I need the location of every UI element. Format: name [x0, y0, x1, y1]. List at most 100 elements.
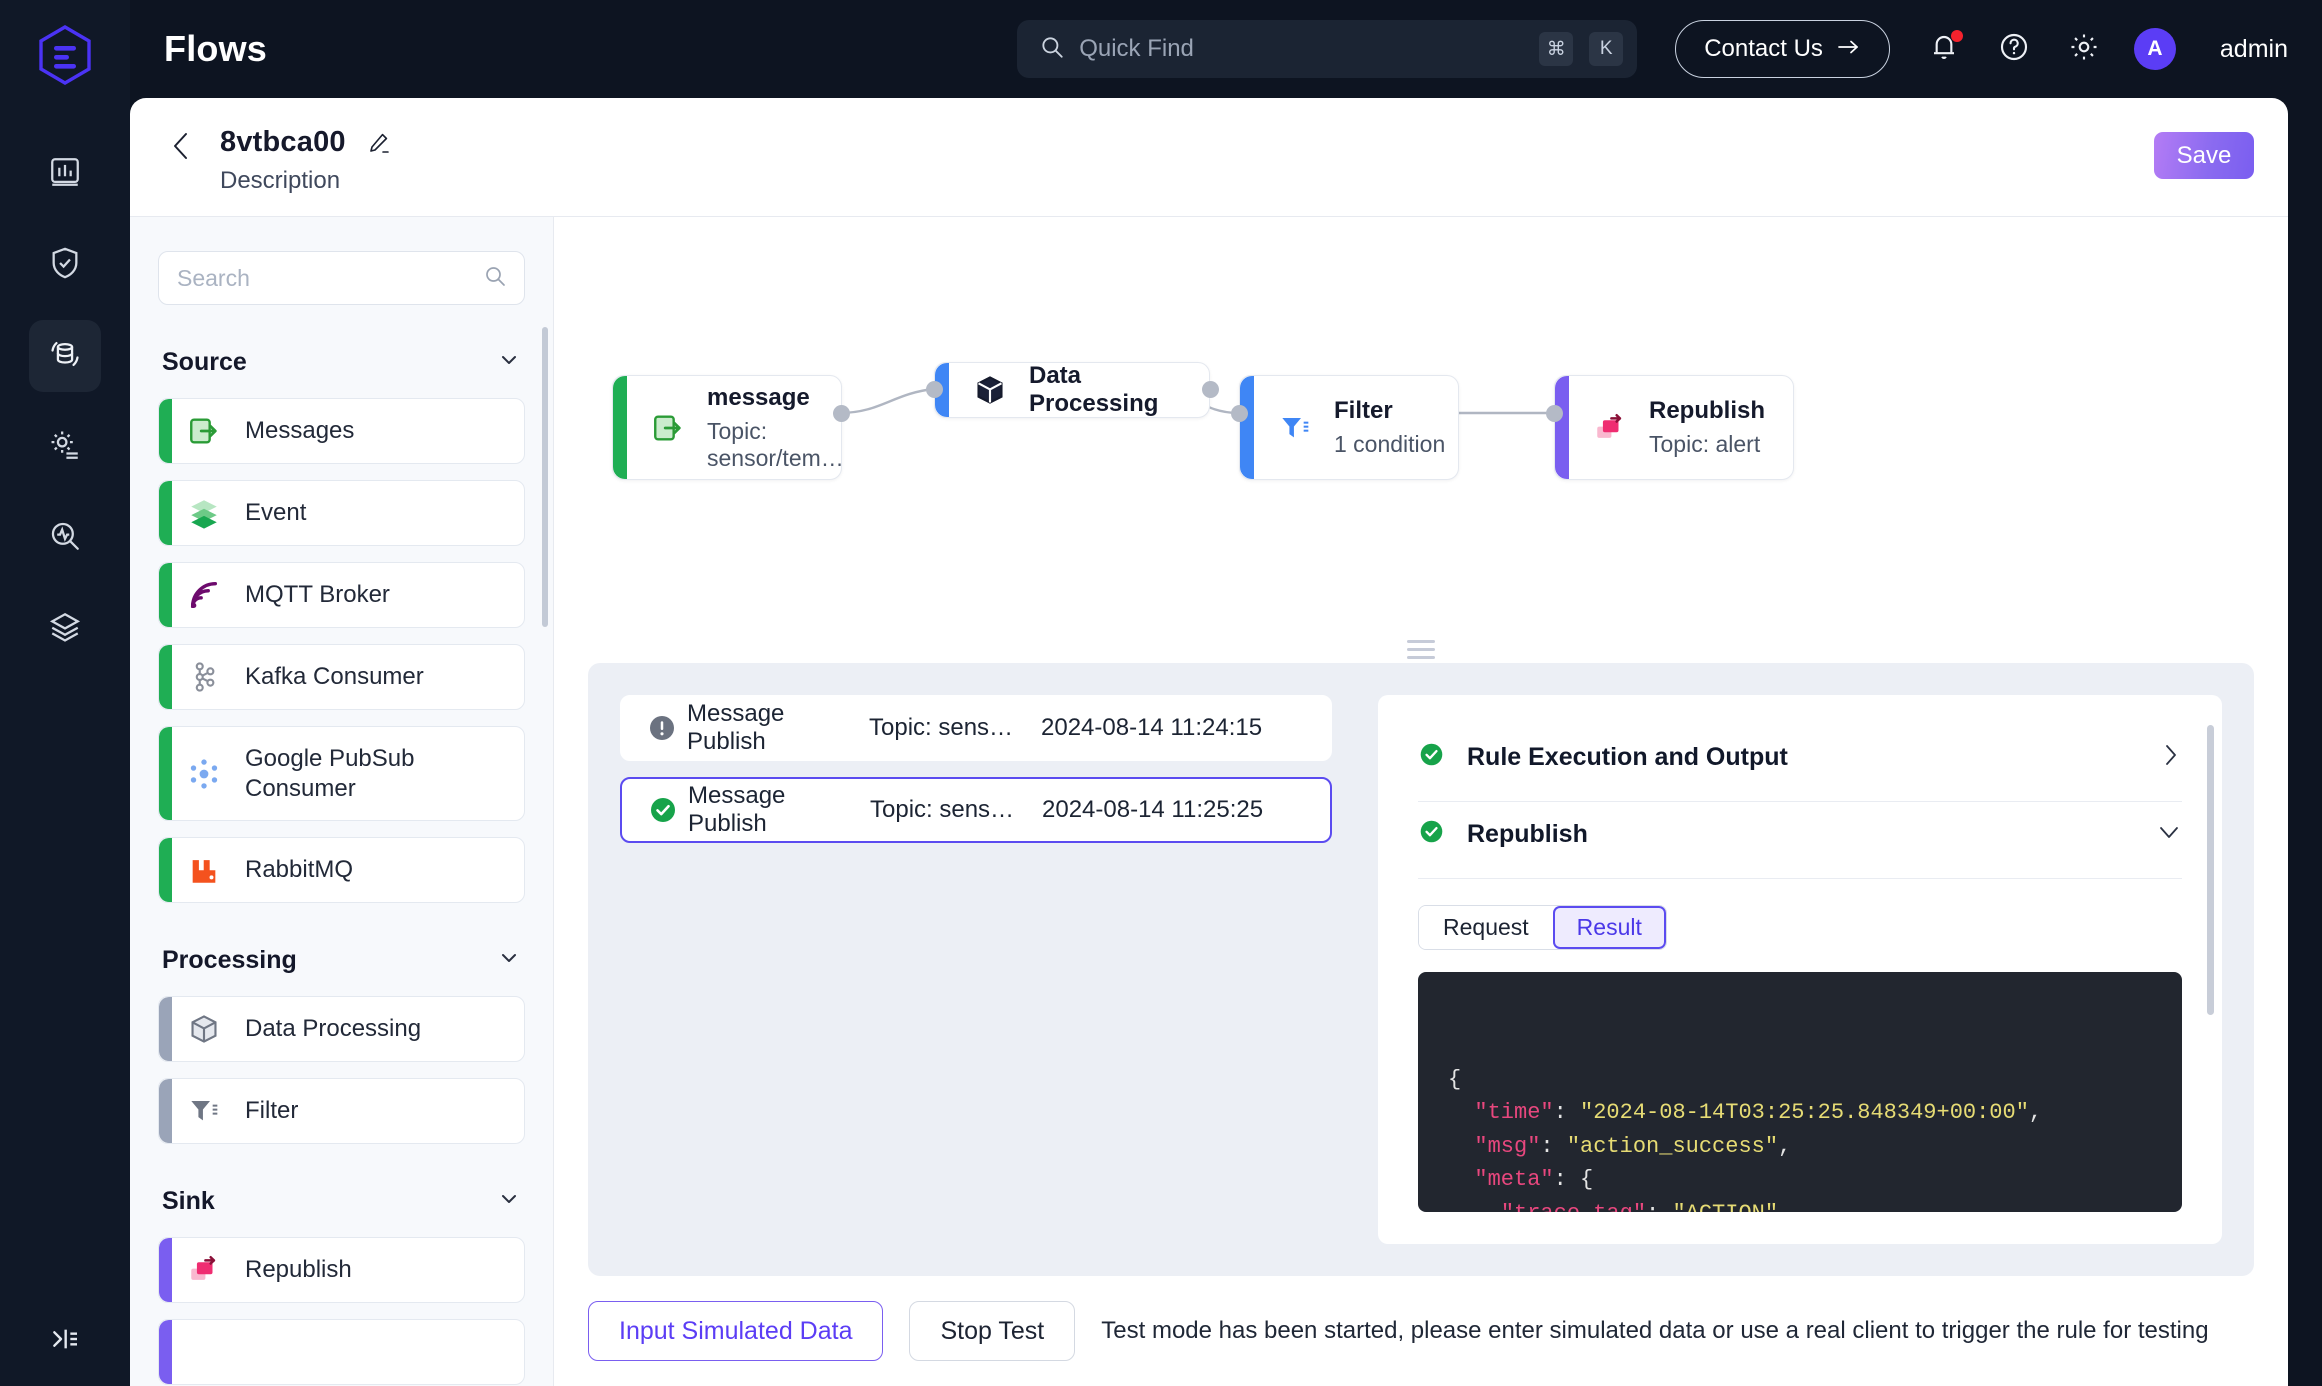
notifications-button[interactable] [1924, 29, 1964, 69]
username-label: admin [2220, 35, 2288, 64]
search-input[interactable] [177, 265, 473, 292]
palette-item-google-pubsub-consumer[interactable]: Google PubSub Consumer [158, 726, 525, 821]
panel-resize-handle[interactable] [554, 635, 2288, 663]
canvas-node-text: Republish Topic: alert [1649, 397, 1765, 458]
google-pubsub-icon [185, 757, 223, 791]
accordion-title: Republish [1467, 820, 1588, 849]
node-port-in[interactable] [1231, 405, 1248, 422]
sidebar-item-monitoring[interactable] [29, 502, 101, 574]
canvas-node-data-processing[interactable]: Data Processing [934, 362, 1210, 418]
dashboard-chart-icon [48, 155, 82, 194]
quick-find-container[interactable]: ⌘ K [1017, 20, 1637, 78]
canvas-node-text: Filter 1 condition [1334, 397, 1445, 458]
arrow-right-icon [1837, 35, 1861, 63]
flow-canvas[interactable]: message Topic: sensor/tem… [554, 217, 2288, 635]
palette-search-container[interactable] [158, 251, 525, 305]
stop-test-button[interactable]: Stop Test [909, 1301, 1075, 1361]
palette-item-partial[interactable] [158, 1319, 525, 1385]
palette-item-filter[interactable]: Filter [158, 1078, 525, 1144]
canvas-node-subtitle: Topic: sensor/tem… [707, 418, 844, 472]
chevron-right-icon [2160, 742, 2182, 773]
event-layers-icon [185, 496, 223, 530]
palette-item-mqtt-broker[interactable]: MQTT Broker [158, 562, 525, 628]
palette-item-republish[interactable]: Republish [158, 1237, 525, 1303]
palette-group-header-sink[interactable]: Sink [162, 1186, 521, 1217]
settings-button[interactable] [2064, 29, 2104, 69]
sidebar-item-settings[interactable] [29, 411, 101, 483]
canvas-node-republish[interactable]: Republish Topic: alert [1554, 375, 1794, 480]
search-icon [1039, 34, 1065, 65]
palette-item-data-processing[interactable]: Data Processing [158, 996, 525, 1062]
canvas-node-title: Filter [1334, 397, 1445, 425]
flow-title-row: 8vtbca00 [220, 126, 390, 159]
palette-item-messages[interactable]: Messages [158, 398, 525, 464]
node-port-in[interactable] [1546, 405, 1563, 422]
top-header-bar: Flows ⌘ K Contact Us [130, 0, 2322, 98]
help-button[interactable] [1994, 29, 2034, 69]
node-palette: Source [130, 217, 554, 1386]
palette-item-label: Kafka Consumer [245, 662, 424, 691]
flow-description: Description [220, 167, 390, 195]
message-export-icon [185, 414, 223, 448]
accordion-rule-execution[interactable]: Rule Execution and Output [1418, 725, 2182, 802]
save-button[interactable]: Save [2154, 132, 2254, 179]
chevron-down-icon [2156, 821, 2182, 848]
quick-find-input[interactable] [1079, 35, 1523, 63]
back-button[interactable] [164, 128, 198, 168]
code-content: { "time": "2024-08-14T03:25:25.848349+00… [1448, 1063, 2152, 1212]
canvas-node-subtitle: Topic: alert [1649, 431, 1765, 458]
table-row[interactable]: Message Publish Topic: sens… 2024-08-14 … [620, 777, 1332, 843]
palette-item-label: Filter [245, 1096, 298, 1125]
mqtt-signal-icon [185, 578, 223, 612]
hexagon-lines-logo-icon[interactable] [32, 22, 98, 88]
tab-request[interactable]: Request [1419, 906, 1553, 949]
main-column: Flows ⌘ K Contact Us [130, 0, 2322, 1386]
node-port-in[interactable] [926, 381, 943, 398]
detail-scrollbar[interactable] [2207, 725, 2214, 1015]
chevron-down-icon [497, 347, 521, 378]
message-name: Message Publish [687, 700, 869, 756]
sidebar-item-layers[interactable] [29, 593, 101, 665]
kbd-cmd: ⌘ [1539, 32, 1573, 66]
palette-group-header-source[interactable]: Source [162, 347, 521, 378]
palette-item-event[interactable]: Event [158, 480, 525, 546]
canvas-node-filter[interactable]: Filter 1 condition [1239, 375, 1459, 480]
left-nav-rail [0, 0, 130, 1386]
editor-body: Source [130, 216, 2288, 1386]
gear-icon [2068, 31, 2100, 68]
node-port-out[interactable] [833, 405, 850, 422]
flow-header: 8vtbca00 Description Save [130, 98, 2288, 216]
node-port-out[interactable] [1202, 381, 1219, 398]
palette-item-label: Google PubSub Consumer [245, 744, 524, 803]
accordion-left: Rule Execution and Output [1418, 741, 1788, 773]
table-row[interactable]: Message Publish Topic: sens… 2024-08-14 … [620, 695, 1332, 761]
palette-item-rabbitmq[interactable]: RabbitMQ [158, 837, 525, 903]
accordion-left: Republish [1418, 818, 1588, 850]
message-timestamp: 2024-08-14 11:25:25 [1042, 796, 1263, 824]
tab-result[interactable]: Result [1553, 906, 1666, 949]
check-circle-icon [1418, 818, 1445, 850]
cube-dark-icon [971, 374, 1009, 406]
pencil-edit-icon[interactable] [366, 131, 390, 155]
message-topic: Topic: sens… [870, 796, 1042, 824]
palette-item-kafka-consumer[interactable]: Kafka Consumer [158, 644, 525, 710]
sidebar-item-security[interactable] [29, 229, 101, 301]
canvas-node-message[interactable]: message Topic: sensor/tem… [612, 375, 842, 480]
sidebar-item-data-integration[interactable] [29, 320, 101, 392]
sidebar-collapse-toggle[interactable] [0, 1323, 130, 1360]
result-code-block[interactable]: { "time": "2024-08-14T03:25:25.848349+00… [1418, 972, 2182, 1212]
input-simulated-data-button[interactable]: Input Simulated Data [588, 1301, 883, 1361]
data-integration-icon [48, 337, 82, 376]
app-window: Flows ⌘ K Contact Us [0, 0, 2322, 1386]
chevron-down-icon [497, 945, 521, 976]
layers-stack-icon [48, 610, 82, 649]
avatar[interactable]: A [2134, 28, 2176, 70]
sidebar-item-dashboard[interactable] [29, 138, 101, 210]
palette-group-header-processing[interactable]: Processing [162, 945, 521, 976]
palette-item-label: Data Processing [245, 1014, 421, 1043]
page-title: 8vtbca00 [220, 126, 346, 159]
palette-scrollbar[interactable] [542, 327, 548, 627]
accordion-republish[interactable]: Republish [1418, 802, 2182, 879]
chevron-down-icon [497, 1186, 521, 1217]
contact-us-button[interactable]: Contact Us [1675, 20, 1890, 78]
